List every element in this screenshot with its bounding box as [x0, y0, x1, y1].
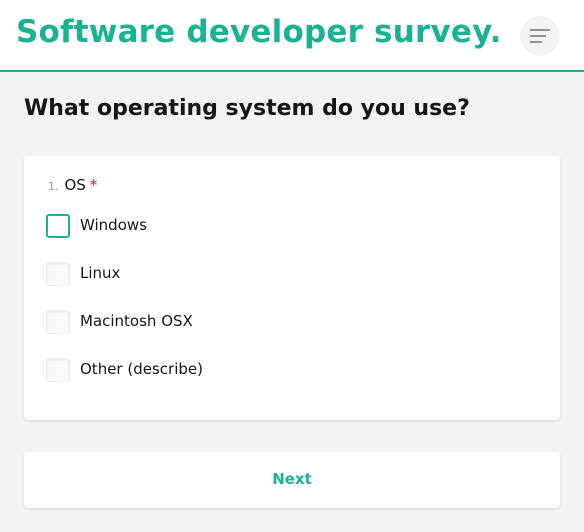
question-panel: 1. OS * Windows Linux Macintosh OSX Other …: [24, 156, 560, 420]
choice-label-other: Other (describe): [80, 360, 203, 378]
checkbox-other[interactable]: [46, 358, 70, 382]
hamburger-menu-icon: [530, 29, 550, 43]
next-button[interactable]: Next: [24, 452, 560, 508]
next-button-label: Next: [272, 470, 312, 488]
page-title: What operating system do you use?: [24, 96, 470, 121]
question-title-text: OS: [64, 176, 86, 194]
question-title: 1. OS *: [48, 176, 97, 194]
required-marker: *: [89, 176, 98, 194]
choice-windows[interactable]: Windows: [46, 214, 346, 242]
survey-title: Software developer survey.: [16, 14, 502, 50]
choice-label-windows: Windows: [80, 216, 147, 234]
checkbox-macintosh-osx[interactable]: [46, 310, 70, 334]
checkbox-windows[interactable]: [46, 214, 70, 238]
choice-other[interactable]: Other (describe): [46, 358, 346, 386]
choice-label-macintosh-osx: Macintosh OSX: [80, 312, 193, 330]
survey-header: Software developer survey.: [0, 0, 584, 72]
choice-linux[interactable]: Linux: [46, 262, 346, 290]
checkbox-linux[interactable]: [46, 262, 70, 286]
choice-label-linux: Linux: [80, 264, 121, 282]
menu-button[interactable]: [520, 16, 560, 56]
question-number: 1.: [48, 180, 59, 193]
choice-macintosh-osx[interactable]: Macintosh OSX: [46, 310, 346, 338]
